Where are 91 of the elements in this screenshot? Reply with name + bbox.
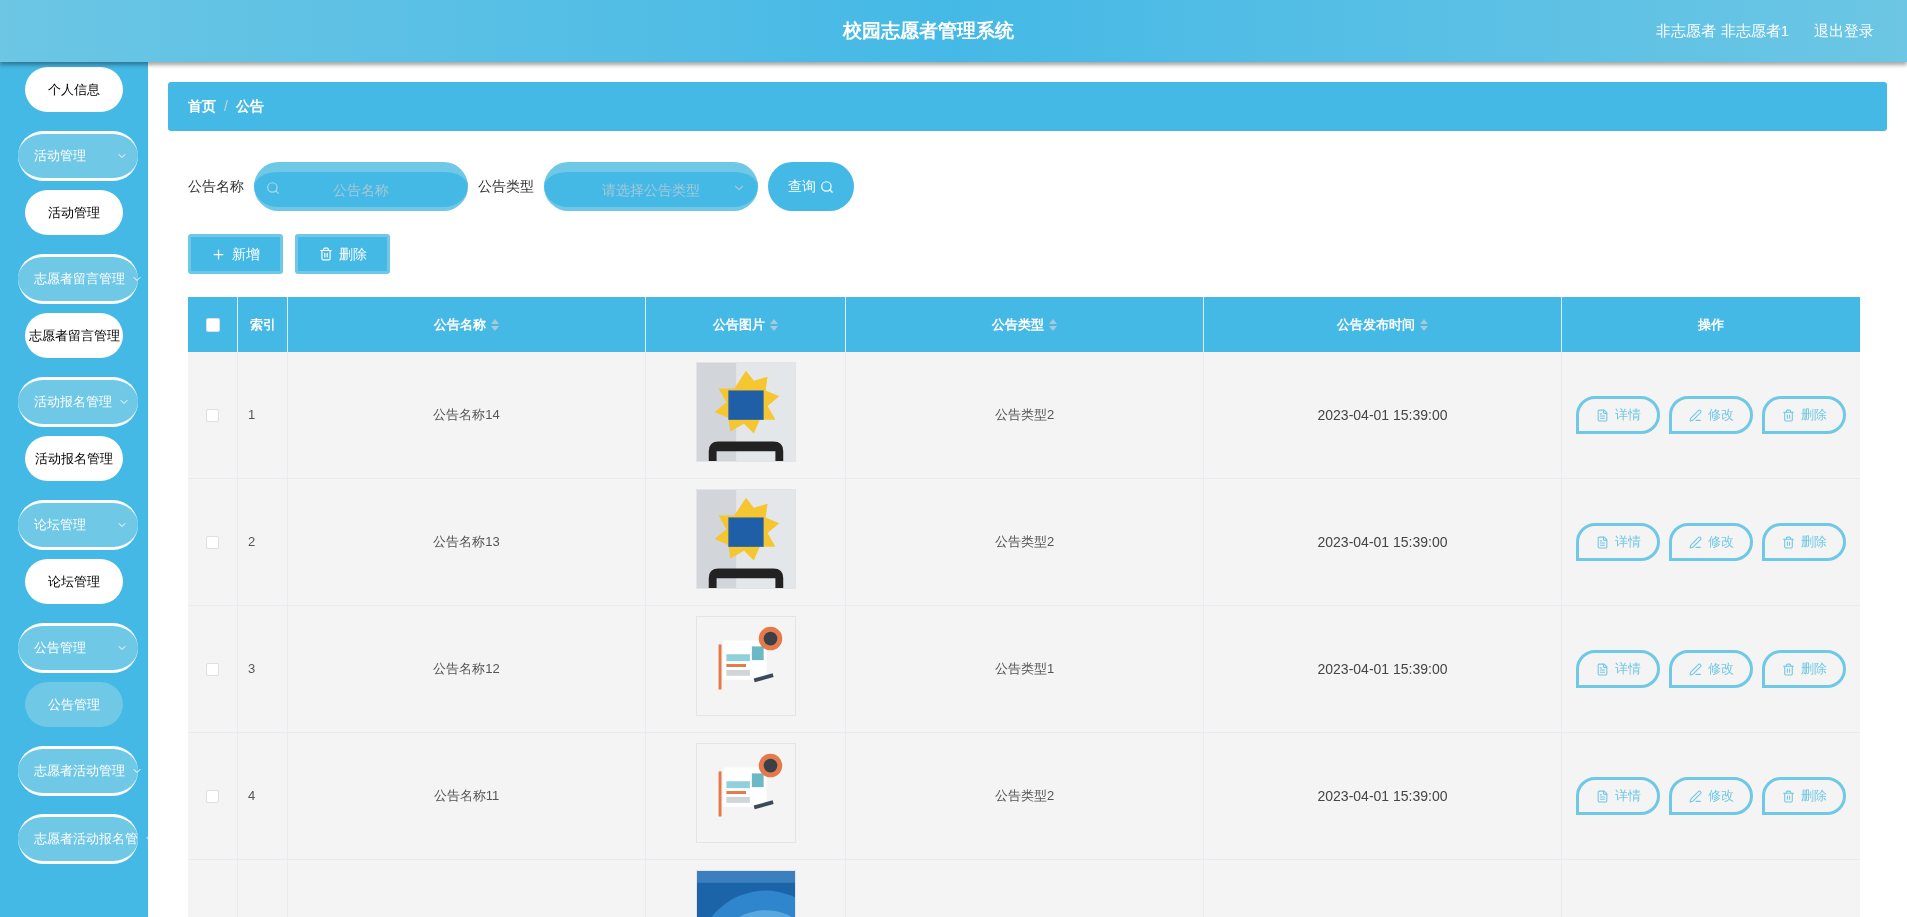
table-cell-text: 公告类型2 — [994, 406, 1055, 425]
group-label: 志愿者活动报名管 — [34, 830, 138, 849]
sort-icon — [1420, 318, 1428, 331]
document-icon — [1595, 789, 1609, 803]
sidebar-group[interactable]: 活动管理 — [18, 131, 138, 181]
table-cell-text: 公告类型2 — [994, 533, 1055, 552]
column-header: 操作 — [1698, 315, 1724, 334]
sidebar-item[interactable]: 个人信息 — [25, 67, 123, 112]
table-cell-text: 公告名称13 — [433, 533, 500, 552]
group-label: 活动管理 — [34, 147, 87, 166]
sidebar-item[interactable]: 公告管理 — [25, 682, 123, 727]
add-button[interactable]: 新增 — [188, 234, 283, 274]
trash-icon — [318, 247, 333, 261]
table-cell-text: 2023-04-01 15:39:00 — [1317, 786, 1448, 806]
sidebar-item[interactable]: 活动管理 — [25, 190, 123, 235]
user-name: 非志愿者 非志愿者1 — [1656, 20, 1789, 41]
action-button[interactable]: 详情 — [1576, 523, 1660, 561]
breadcrumb-link[interactable]: 公告 — [235, 96, 264, 117]
document-icon — [1595, 408, 1609, 422]
select-all-checkbox[interactable] — [205, 317, 220, 332]
trash-icon — [1781, 662, 1795, 676]
sidebar-group[interactable]: 论坛管理 — [18, 500, 138, 550]
action-button[interactable]: 删除 — [1762, 523, 1846, 561]
delete-button[interactable]: 删除 — [295, 234, 390, 274]
table-cell-text: 1 — [248, 406, 256, 425]
document-icon — [1595, 535, 1609, 549]
breadcrumb-separator: / — [224, 97, 228, 116]
document-icon — [1595, 662, 1609, 676]
action-button[interactable]: 详情 — [1576, 396, 1660, 434]
sidebar-item[interactable]: 论坛管理 — [25, 559, 123, 604]
action-button[interactable]: 修改 — [1669, 396, 1753, 434]
group-label: 志愿者留言管理 — [34, 270, 125, 289]
table-cell-text: 2023-04-01 15:39:00 — [1317, 405, 1448, 425]
trash-icon — [1781, 789, 1795, 803]
table-cell-text: 公告类型1 — [994, 660, 1055, 679]
sort-icon — [1049, 318, 1057, 331]
group-label: 志愿者活动管理 — [34, 762, 125, 781]
action-button[interactable]: 修改 — [1669, 523, 1753, 561]
row-checkbox[interactable] — [206, 535, 219, 549]
action-button[interactable]: 详情 — [1576, 650, 1660, 688]
trash-icon — [1781, 408, 1795, 422]
logout-link[interactable]: 退出登录 — [1814, 19, 1874, 43]
table-cell-text: 公告名称14 — [433, 406, 500, 425]
pen-icon — [1688, 535, 1702, 549]
column-header[interactable]: 公告发布时间 — [1337, 314, 1428, 335]
field-label: 公告名称 — [188, 177, 244, 196]
sidebar-group[interactable]: 公告管理 — [18, 623, 138, 673]
action-button[interactable]: 修改 — [1669, 777, 1753, 815]
row-checkbox[interactable] — [206, 408, 219, 422]
table-cell-text: 3 — [248, 660, 256, 679]
app-title: 校园志愿者管理系统 — [842, 18, 1014, 43]
table-cell-text: 2 — [248, 533, 256, 552]
group-label: 论坛管理 — [34, 516, 87, 535]
row-checkbox[interactable] — [206, 662, 219, 676]
table-cell-text: 公告名称12 — [433, 660, 500, 679]
sidebar-group[interactable]: 志愿者留言管理 — [18, 254, 138, 304]
field-label: 公告类型 — [478, 177, 534, 196]
search-icon — [266, 181, 280, 195]
sort-icon — [770, 318, 778, 331]
column-header[interactable]: 公告类型 — [992, 314, 1057, 335]
sidebar-group[interactable]: 志愿者活动管理 — [18, 746, 138, 796]
breadcrumb-link[interactable]: 首页 — [188, 96, 216, 117]
group-label: 活动报名管理 — [34, 393, 112, 412]
select-field[interactable]: 请选择公告类型 — [544, 162, 758, 211]
pen-icon — [1688, 408, 1702, 422]
column-header: 索引 — [249, 315, 276, 334]
action-button[interactable]: 删除 — [1762, 777, 1846, 815]
pen-icon — [1688, 789, 1702, 803]
sidebar-item[interactable]: 志愿者留言管理 — [25, 313, 123, 358]
row-checkbox[interactable] — [206, 789, 219, 803]
sidebar-item[interactable]: 活动报名管理 — [25, 436, 123, 481]
action-button[interactable]: 详情 — [1576, 777, 1660, 815]
table-cell-text: 公告名称11 — [433, 787, 500, 806]
table-cell-text: 4 — [248, 787, 256, 806]
column-header[interactable]: 公告名称 — [434, 314, 499, 335]
sidebar-group[interactable]: 活动报名管理 — [18, 377, 138, 427]
trash-icon — [1781, 535, 1795, 549]
action-button[interactable]: 修改 — [1669, 650, 1753, 688]
search-icon — [820, 179, 834, 194]
sort-icon — [491, 318, 499, 331]
table-cell-text: 2023-04-01 15:39:00 — [1317, 532, 1448, 552]
pen-icon — [1688, 662, 1702, 676]
search-field[interactable]: 公告名称 — [254, 162, 468, 211]
action-button[interactable]: 删除 — [1762, 396, 1846, 434]
table-cell-text: 公告类型2 — [994, 787, 1055, 806]
action-button[interactable]: 删除 — [1762, 650, 1846, 688]
column-header[interactable]: 公告图片 — [713, 314, 778, 335]
table-cell-text: 2023-04-01 15:39:00 — [1317, 659, 1448, 679]
group-label: 公告管理 — [34, 639, 87, 658]
plus-icon — [211, 246, 226, 262]
search-button[interactable]: 查询 — [768, 162, 854, 211]
